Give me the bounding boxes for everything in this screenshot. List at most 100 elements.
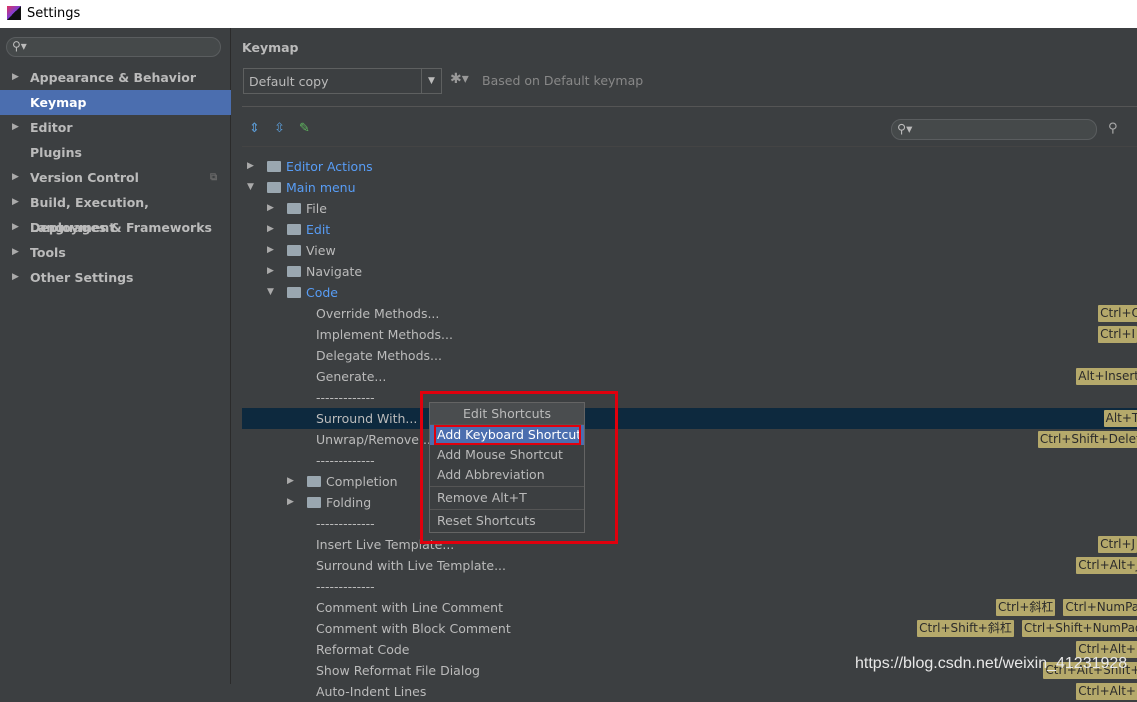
tree-row[interactable]: ------------- xyxy=(242,513,1137,534)
expand-arrow-icon[interactable]: ▶ xyxy=(267,219,274,240)
sidebar-item[interactable]: Keymap xyxy=(0,90,231,115)
tree-row[interactable]: Override Methods... Ctrl+O xyxy=(242,303,1137,324)
tree-row[interactable]: Surround With... Alt+T xyxy=(242,408,1137,429)
sidebar-item[interactable]: ▶ Tools xyxy=(0,240,231,265)
tree-row-label: Unwrap/Remove... xyxy=(316,432,431,447)
based-on-label: Based on Default keymap xyxy=(482,73,644,88)
tree-row-label: Surround with Live Template... xyxy=(316,558,506,573)
folder-icon xyxy=(287,266,301,277)
shortcut-badge: Ctrl+Shift+斜杠 xyxy=(917,620,1014,637)
folder-icon xyxy=(287,203,301,214)
expand-arrow-icon[interactable]: ▶ xyxy=(12,265,19,290)
expand-arrow-icon[interactable]: ▶ xyxy=(267,261,274,282)
sidebar-item-label: Tools xyxy=(30,245,66,260)
shortcut-badge: Ctrl+I xyxy=(1098,326,1137,343)
watermark: https://blog.csdn.net/weixin_41231928 xyxy=(855,655,1128,672)
tree-row[interactable]: ▶ Navigate xyxy=(242,261,1137,282)
tree-row[interactable]: Surround with Live Template... Ctrl+Alt+J xyxy=(242,555,1137,576)
expand-arrow-icon[interactable]: ▶ xyxy=(12,165,19,190)
folder-icon xyxy=(307,497,321,508)
tree-row[interactable]: Auto-Indent Lines Ctrl+Alt+I xyxy=(242,681,1137,702)
keymap-value: Default copy xyxy=(249,74,329,89)
tree-row[interactable]: ▼ Main menu xyxy=(242,177,1137,198)
tree-row[interactable]: ▼ Code xyxy=(242,282,1137,303)
expand-arrow-icon[interactable]: ▶ xyxy=(267,240,274,261)
divider xyxy=(242,106,1137,107)
tree-row[interactable]: Delegate Methods... xyxy=(242,345,1137,366)
shortcut-badge: Ctrl+Shift+Delete xyxy=(1037,431,1137,448)
tree-row[interactable]: Unwrap/Remove... Ctrl+Shift+Delete xyxy=(242,429,1137,450)
tree-row-label: Implement Methods... xyxy=(316,327,453,342)
tree-row[interactable]: Generate... Alt+Insert xyxy=(242,366,1137,387)
expand-arrow-icon[interactable]: ▶ xyxy=(287,492,294,513)
tree-row[interactable]: ------------- xyxy=(242,576,1137,597)
title-bar: Settings xyxy=(0,0,1137,28)
folder-icon xyxy=(267,182,281,193)
tree-row[interactable]: ▶ Folding xyxy=(242,492,1137,513)
sidebar-item[interactable]: ▶ Appearance & Behavior xyxy=(0,65,231,90)
gear-icon[interactable]: ✱▾ xyxy=(450,71,469,87)
sidebar-item-label: Other Settings xyxy=(30,270,134,285)
sidebar-item-label: Keymap xyxy=(30,95,87,110)
search-icon: ⚲▾ xyxy=(897,121,913,136)
sidebar-item[interactable]: ▶ Other Settings xyxy=(0,265,231,290)
sidebar-item-label: Appearance & Behavior xyxy=(30,70,196,85)
shortcut-badge: Ctrl+斜杠 xyxy=(995,599,1056,616)
tree-row-label: Main menu xyxy=(286,180,356,195)
edit-pencil-icon[interactable]: ✎ xyxy=(299,121,310,136)
shortcut-badge: Ctrl+J xyxy=(1098,536,1137,553)
expand-arrow-icon[interactable]: ▶ xyxy=(12,115,19,140)
folder-icon xyxy=(307,476,321,487)
tree-row[interactable]: Comment with Block Comment Ctrl+Shift+斜杠 C… xyxy=(242,618,1137,639)
sidebar-item[interactable]: Plugins xyxy=(0,140,231,165)
sidebar-item[interactable]: ▶ Build, Execution, Deployment xyxy=(0,190,231,235)
folder-icon xyxy=(287,245,301,256)
tree-row[interactable]: ------------- xyxy=(242,387,1137,408)
tree-row[interactable]: Comment with Line Comment Ctrl+斜杠 Ctrl+Num… xyxy=(242,597,1137,618)
shortcut-badge: Alt+T xyxy=(1103,410,1137,427)
sidebar-item[interactable]: ▶ Version Control ⧉ xyxy=(0,165,231,190)
folder-icon xyxy=(287,224,301,235)
tree-row[interactable]: Insert Live Template... Ctrl+J xyxy=(242,534,1137,555)
project-scope-icon: ⧉ xyxy=(210,172,218,183)
action-tree: ▶ Editor Actions ▼ Main menu ▶ File ▶ Edit ▶ View… xyxy=(242,146,1137,700)
collapse-all-icon[interactable]: ⇳ xyxy=(274,121,285,136)
action-search-input[interactable]: ⚲▾ xyxy=(891,119,1097,140)
expand-arrow-icon[interactable]: ▶ xyxy=(287,471,294,492)
page-title: Keymap xyxy=(242,40,299,55)
shortcut-badge: Ctrl+O xyxy=(1098,305,1137,322)
expand-arrow-icon[interactable]: ▶ xyxy=(247,156,254,177)
expand-arrow-icon[interactable]: ▶ xyxy=(12,65,19,90)
expand-arrow-icon[interactable]: ▶ xyxy=(12,215,19,240)
tree-row[interactable]: ▶ Edit xyxy=(242,219,1137,240)
expand-arrow-icon[interactable]: ▶ xyxy=(12,190,19,215)
find-shortcut-icon[interactable]: ⚲ xyxy=(1108,121,1118,136)
sidebar-item[interactable]: ▶ Languages & Frameworks xyxy=(0,215,231,240)
sidebar-search-input[interactable]: ⚲▾ xyxy=(6,37,221,57)
chevron-down-icon[interactable]: ▼ xyxy=(421,69,441,93)
tree-row-label: Navigate xyxy=(306,264,363,279)
expand-arrow-icon[interactable]: ▶ xyxy=(267,198,274,219)
tree-row-label: Completion xyxy=(326,474,398,489)
tree-row[interactable]: ------------- xyxy=(242,450,1137,471)
tree-row-label: Folding xyxy=(326,495,372,510)
tree-row[interactable]: ▶ View xyxy=(242,240,1137,261)
collapse-arrow-icon[interactable]: ▼ xyxy=(267,282,274,303)
annotation-highlight-box xyxy=(420,391,618,544)
tree-row[interactable]: Implement Methods... Ctrl+I xyxy=(242,324,1137,345)
tree-row[interactable]: ▶ File xyxy=(242,198,1137,219)
tree-row[interactable]: ▶ Completion xyxy=(242,471,1137,492)
annotation-highlight-box-item xyxy=(434,425,581,445)
sidebar-item[interactable]: ▶ Editor xyxy=(0,115,231,140)
keymap-select[interactable]: Default copy ▼ xyxy=(243,68,442,94)
tree-row-label: Code xyxy=(306,285,339,300)
tree-row[interactable]: ▶ Editor Actions xyxy=(242,156,1137,177)
sidebar: ⚲▾ ▶ Appearance & Behavior Keymap ▶ Editor Pl… xyxy=(0,28,231,684)
collapse-arrow-icon[interactable]: ▼ xyxy=(247,177,254,198)
shortcut-badge: Ctrl+NumPad / xyxy=(1063,599,1137,616)
expand-arrow-icon[interactable]: ▶ xyxy=(12,240,19,265)
keymap-panel: Keymap Default copy ▼ ✱▾ Based on Defaul… xyxy=(232,28,1137,700)
tree-row-label: View xyxy=(306,243,336,258)
expand-all-icon[interactable]: ⇕ xyxy=(249,121,260,136)
tree-row-label: ------------- xyxy=(316,390,375,405)
